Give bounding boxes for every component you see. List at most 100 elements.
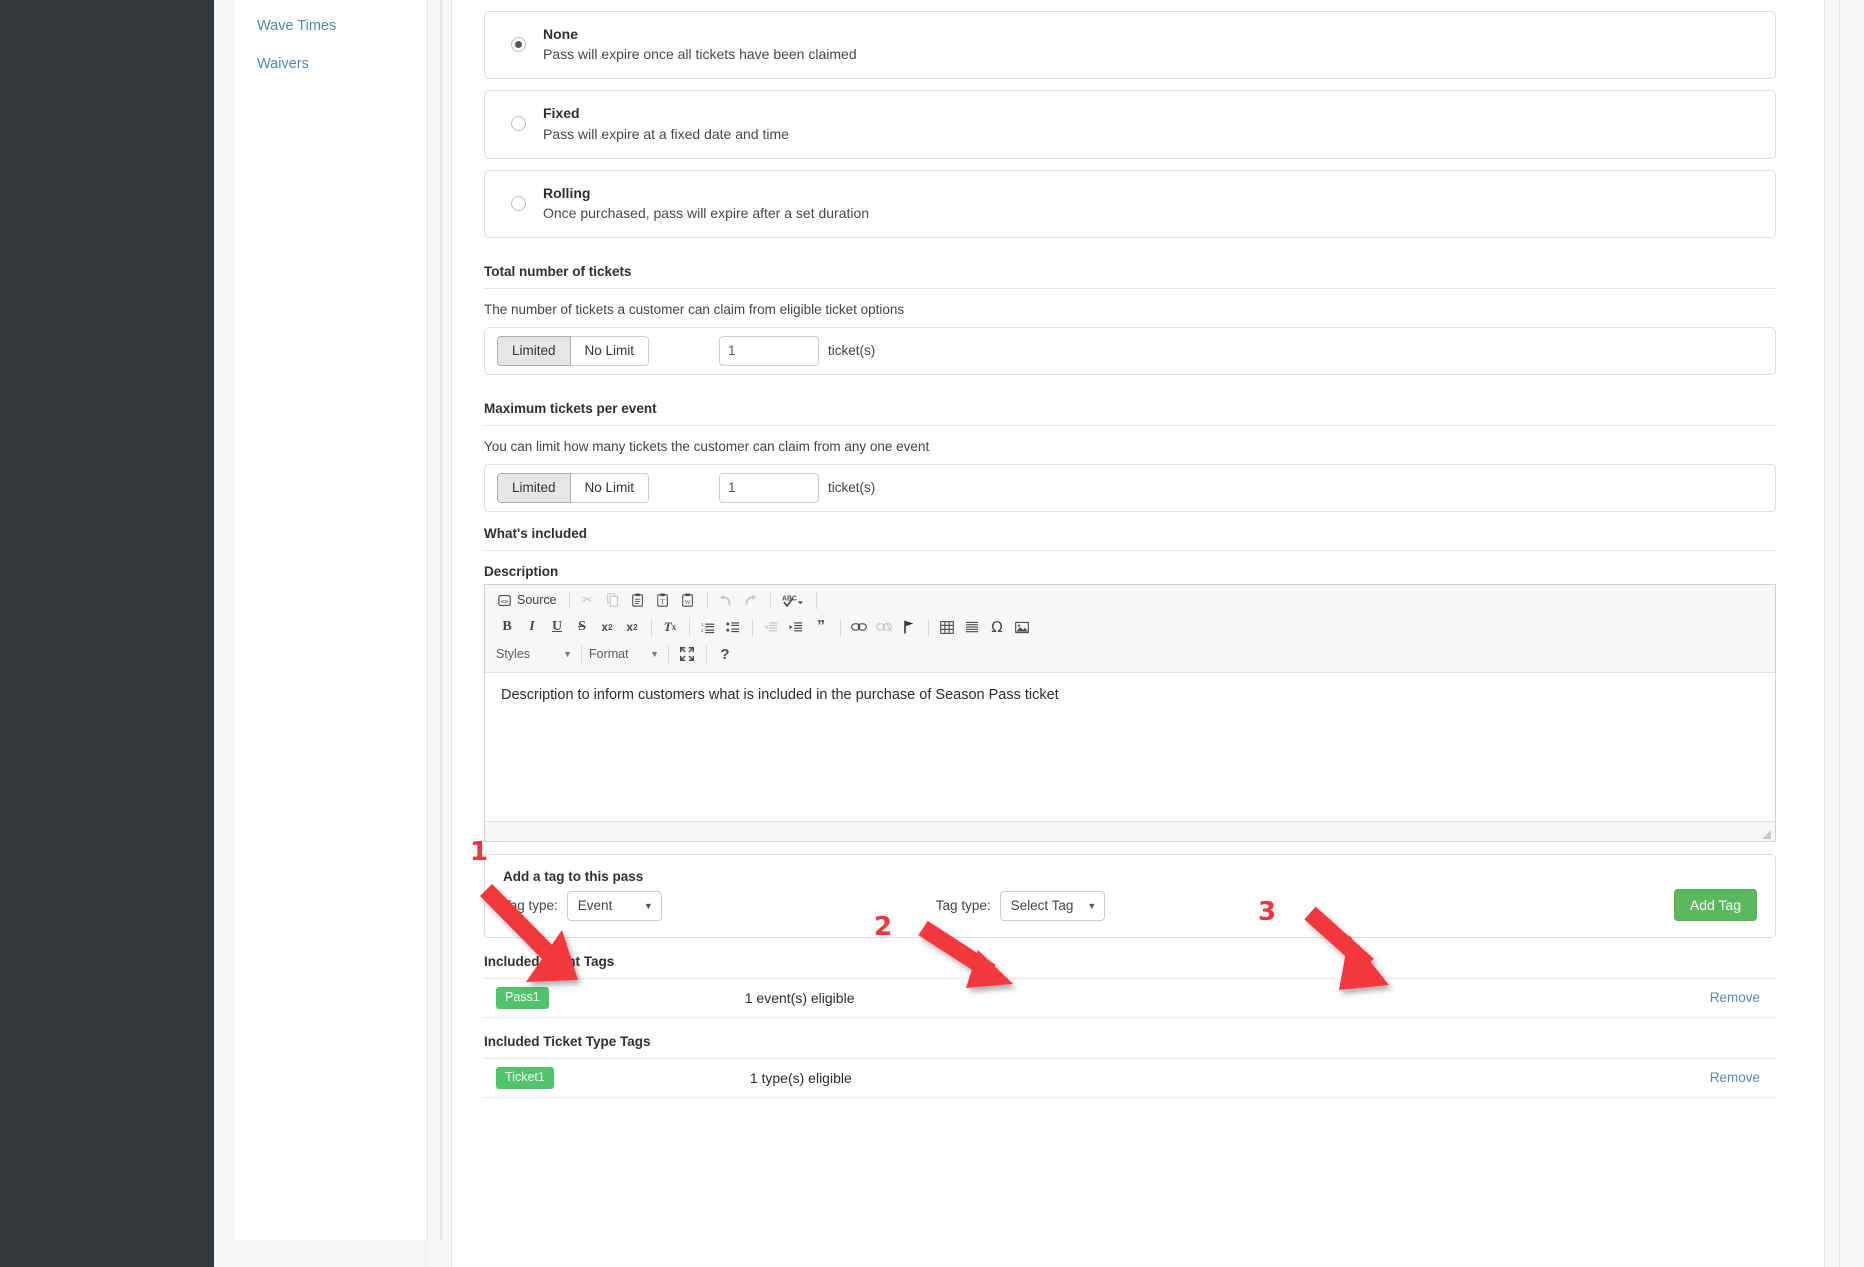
redo-icon[interactable] (739, 589, 763, 612)
toolbar-separator (928, 618, 929, 636)
italic-icon[interactable]: I (520, 616, 544, 639)
ticket-type-tag-chip[interactable]: Ticket1 (496, 1067, 554, 1089)
included-event-tags-heading: Included Event Tags (484, 953, 615, 969)
add-tag-button[interactable]: Add Tag (1673, 888, 1757, 921)
maximize-icon[interactable] (675, 643, 699, 666)
strikethrough-icon[interactable]: S (570, 616, 594, 639)
max-per-event-section: Maximum tickets per event You can limit … (484, 401, 1776, 512)
spellcheck-icon[interactable]: ABC (777, 589, 809, 612)
ticket-type-eligible-count: 1 type(s) eligible (749, 1069, 852, 1086)
sidebar-item-wave-times[interactable]: Wave Times (257, 18, 427, 35)
indent-icon[interactable] (784, 616, 808, 639)
max-per-event-limited-button[interactable]: Limited (497, 472, 571, 503)
source-label: Source (517, 593, 557, 608)
remove-event-tag-link[interactable]: Remove (1710, 990, 1760, 1005)
remove-format-icon[interactable]: Tx (658, 616, 682, 639)
anchor-icon[interactable] (897, 616, 921, 639)
resize-grip-icon[interactable] (1762, 829, 1771, 839)
tag-type-label-left: Tag type: (503, 898, 558, 914)
styles-dropdown[interactable]: Styles ▼ (495, 643, 573, 666)
numbered-list-icon[interactable]: 12 (696, 616, 720, 639)
copy-icon[interactable] (601, 589, 625, 612)
tag-type-select[interactable]: Event ▼ (566, 890, 662, 921)
cut-icon[interactable]: ✂ (576, 589, 600, 612)
max-per-event-description: You can limit how many tickets the custo… (484, 438, 930, 454)
remove-ticket-type-tag-link[interactable]: Remove (1710, 1070, 1760, 1085)
total-tickets-limit-toggle[interactable]: Limited No Limit (497, 335, 650, 366)
max-per-event-input[interactable] (719, 472, 820, 503)
description-editor: <> Source ✂ T W ABC B I U S x 2 x 2 T x … (484, 583, 1776, 842)
expiry-option-none[interactable]: None Pass will expire once all tickets h… (484, 11, 1776, 80)
about-icon[interactable]: ? (713, 643, 737, 666)
expiry-option-fixed[interactable]: Fixed Pass will expire at a fixed date a… (484, 90, 1776, 159)
blockquote-icon[interactable]: ” (809, 616, 833, 639)
underline-icon[interactable]: U (545, 616, 569, 639)
paste-as-text-icon[interactable]: T (651, 589, 675, 612)
unlink-icon[interactable] (872, 616, 896, 639)
annotation-number-2: 2 (874, 912, 893, 942)
panel-gutter (442, 0, 451, 1267)
paste-icon[interactable] (626, 589, 650, 612)
radio-rolling-icon[interactable] (511, 195, 526, 211)
link-icon[interactable] (847, 616, 871, 639)
total-tickets-description: The number of tickets a customer can cla… (484, 301, 905, 317)
max-per-event-limit-toggle[interactable]: Limited No Limit (497, 472, 650, 503)
add-tag-left-group: Add a tag to this pass Tag type: Event ▼ (503, 869, 662, 921)
included-event-tags-section: Included Event Tags Pass1 1 event(s) eli… (484, 954, 1776, 1018)
max-per-event-heading: Maximum tickets per event (484, 401, 1776, 426)
toolbar-separator (689, 618, 690, 636)
page-right-gutter (1840, 0, 1864, 1267)
event-tag-chip[interactable]: Pass1 (496, 987, 549, 1009)
expiry-option-rolling[interactable]: Rolling Once purchased, pass will expire… (484, 169, 1776, 238)
total-tickets-unit: ticket(s) (828, 343, 876, 359)
total-tickets-input[interactable] (719, 335, 820, 366)
chevron-down-icon: ▼ (1087, 900, 1097, 911)
total-tickets-limited-button[interactable]: Limited (497, 335, 571, 366)
max-per-event-control: Limited No Limit ticket(s) (484, 463, 1776, 512)
whats-included-section: What's included Description <> Source ✂ (484, 526, 1776, 842)
expiry-option-none-title: None (543, 26, 578, 42)
total-tickets-heading: Total number of tickets (484, 264, 1776, 289)
sidebar-item-waivers[interactable]: Waivers (257, 56, 427, 73)
total-tickets-nolimit-button[interactable]: No Limit (570, 335, 650, 366)
add-tag-mid-group: Tag type: Select Tag ▼ (935, 890, 1106, 921)
add-tag-panel: Add a tag to this pass Tag type: Event ▼… (484, 853, 1776, 938)
outdent-icon[interactable] (759, 616, 783, 639)
event-tag-eligible-count: 1 event(s) eligible (744, 989, 855, 1006)
whats-included-heading: What's included (484, 526, 1776, 551)
tag-select-value: Select Tag (1010, 898, 1074, 914)
svg-text:2: 2 (701, 628, 704, 633)
bulleted-list-icon[interactable] (721, 616, 745, 639)
toolbar-separator (651, 618, 652, 636)
chevron-down-icon: ▼ (643, 900, 653, 911)
expiry-option-rolling-desc: Once purchased, pass will expire after a… (543, 204, 870, 221)
tag-select[interactable]: Select Tag ▼ (999, 890, 1106, 921)
toolbar-separator (769, 591, 771, 609)
horizontal-rule-icon[interactable] (960, 616, 984, 639)
editor-status-bar (485, 820, 1775, 841)
styles-label: Styles (496, 647, 531, 662)
max-per-event-unit: ticket(s) (828, 480, 876, 496)
toolbar-separator (581, 645, 582, 663)
tag-type-label-right: Tag type: (935, 898, 991, 914)
expiry-option-fixed-desc: Pass will expire at a fixed date and tim… (543, 125, 789, 142)
chevron-down-icon: ▼ (563, 649, 572, 660)
radio-none-icon[interactable] (511, 37, 526, 53)
subscript-icon[interactable]: x2 (595, 616, 619, 639)
format-dropdown[interactable]: Format ▼ (588, 643, 660, 666)
superscript-icon[interactable]: x2 (620, 616, 644, 639)
image-icon[interactable] (1010, 616, 1034, 639)
toolbar-separator (752, 618, 753, 636)
paste-from-word-icon[interactable]: W (676, 589, 700, 612)
expiry-option-fixed-title: Fixed (543, 105, 580, 122)
max-per-event-nolimit-button[interactable]: No Limit (570, 472, 650, 503)
source-icon[interactable]: <> Source (495, 589, 563, 612)
bold-icon[interactable]: B (495, 616, 519, 639)
description-editor-body[interactable]: Description to inform customers what is … (485, 673, 1775, 821)
special-character-icon[interactable]: Ω (985, 616, 1009, 639)
radio-fixed-icon[interactable] (511, 116, 526, 132)
table-icon[interactable] (935, 616, 959, 639)
included-ticket-type-tags-section: Included Ticket Type Tags Ticket1 1 type… (484, 1034, 1776, 1098)
undo-icon[interactable] (714, 589, 738, 612)
editor-toolbar: <> Source ✂ T W ABC B I U S x 2 x 2 T x … (485, 584, 1775, 673)
